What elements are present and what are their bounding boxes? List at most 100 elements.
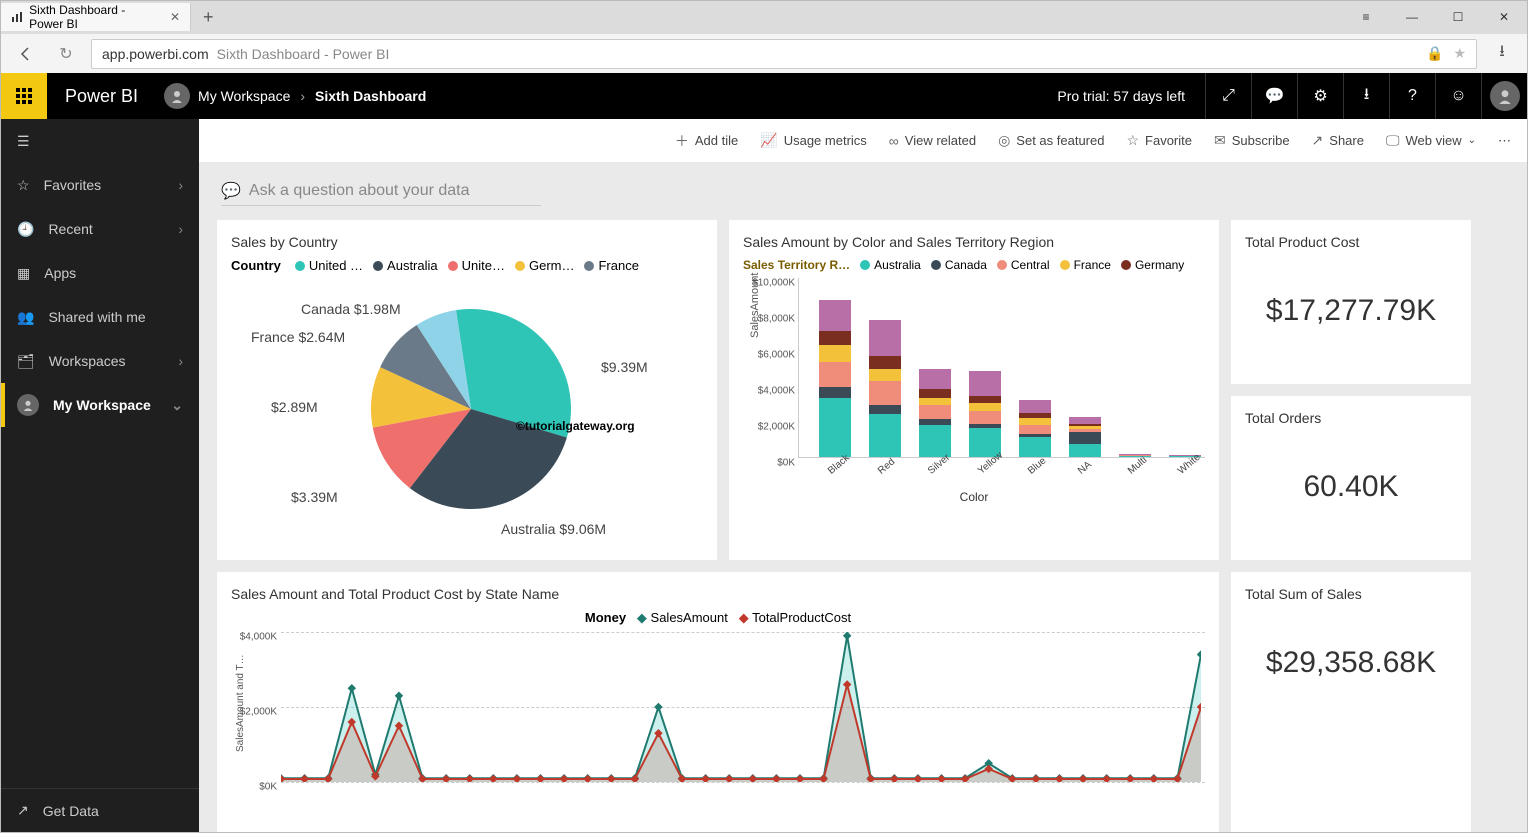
tool-label: Web view — [1405, 133, 1461, 148]
download-pbi-icon[interactable]: ⭳ — [1343, 73, 1389, 119]
qna-placeholder: Ask a question about your data — [249, 182, 470, 200]
address-bar: ↻ app.powerbi.com Sixth Dashboard - Powe… — [1, 33, 1527, 73]
workspace-icon: 🗂 — [17, 353, 35, 370]
tile-kpi-total-orders[interactable]: Total Orders 60.40K — [1231, 396, 1471, 560]
kpi-value: $17,277.79K — [1245, 294, 1457, 328]
tile-title: Total Product Cost — [1245, 234, 1457, 250]
user-avatar-icon[interactable] — [1481, 73, 1527, 119]
tool-label: Add tile — [695, 133, 738, 148]
y-tick: $4,000K — [240, 632, 281, 643]
dashboard-canvas: 💬 Ask a question about your data Sales b… — [199, 163, 1527, 832]
clock-icon: 🕘 — [17, 221, 34, 238]
gear-icon[interactable]: ⚙ — [1297, 73, 1343, 119]
tile-sales-by-country[interactable]: Sales by Country Country United … Austra… — [217, 220, 717, 560]
close-icon[interactable]: ✕ — [170, 10, 180, 24]
x-tick: NA — [1076, 459, 1094, 476]
sidebar-item-favorites[interactable]: ☆ Favorites › — [1, 163, 199, 207]
tile-kpi-total-product-cost[interactable]: Total Product Cost $17,277.79K — [1231, 220, 1471, 384]
chat-icon[interactable]: 💬 — [1251, 73, 1297, 119]
url-path: Sixth Dashboard - Power BI — [217, 46, 390, 62]
tile-title: Total Orders — [1245, 410, 1457, 426]
share-button[interactable]: ↗ Share — [1312, 132, 1364, 149]
sidebar-label: Recent — [48, 221, 92, 237]
monitor-icon: 🖵 — [1386, 132, 1400, 149]
tile-title: Sales Amount by Color and Sales Territor… — [743, 234, 1205, 250]
legend-item: United … — [309, 258, 363, 273]
sidebar: ☰ ☆ Favorites › 🕘 Recent › ▦ Apps 👥 Shar… — [1, 119, 199, 832]
watermark-label: ©tutorialgateway.org — [516, 419, 635, 433]
more-button[interactable]: ⋯ — [1498, 133, 1511, 149]
pie-slice-label: $3.39M — [291, 489, 338, 505]
user-avatar-small-icon[interactable] — [164, 83, 190, 109]
back-icon[interactable] — [11, 39, 41, 69]
related-icon: ∞ — [889, 133, 899, 149]
web-view-button[interactable]: 🖵Web view⌄ — [1386, 132, 1476, 149]
chevron-right-icon: › — [178, 177, 183, 193]
app-launcher-icon[interactable] — [1, 73, 47, 119]
y-tick: $2,000K — [758, 422, 799, 433]
chevron-down-icon: ⌄ — [171, 397, 183, 414]
smile-icon[interactable]: ☺ — [1435, 73, 1481, 119]
brand-label: Power BI — [47, 86, 156, 107]
hamburger-icon[interactable]: ☰ — [1, 119, 199, 163]
refresh-icon[interactable]: ↻ — [51, 39, 81, 69]
star-icon: ☆ — [1126, 132, 1139, 149]
view-related-button[interactable]: ∞View related — [889, 133, 976, 149]
y-tick: $4,000K — [758, 386, 799, 397]
sidebar-item-workspaces[interactable]: 🗂 Workspaces › — [1, 339, 199, 383]
qna-input[interactable]: 💬 Ask a question about your data — [221, 181, 541, 206]
pie-slice-label: $9.39M — [601, 359, 648, 375]
legend-title: Country — [231, 258, 281, 273]
dashboard-toolbar: ＋Add tile 📈Usage metrics ∞View related ◎… — [199, 119, 1527, 163]
maximize-icon[interactable]: ☐ — [1435, 1, 1481, 33]
powerbi-header: Power BI My Workspace › Sixth Dashboard … — [1, 73, 1527, 119]
share-icon: ↗ — [1312, 132, 1324, 149]
legend-item: SalesAmount — [651, 610, 728, 625]
tile-kpi-total-sales[interactable]: Total Sum of Sales $29,358.68K — [1231, 572, 1471, 832]
tile-sales-by-color[interactable]: Sales Amount by Color and Sales Territor… — [729, 220, 1219, 560]
browser-menu-icon[interactable]: ≡ — [1343, 1, 1389, 33]
favorite-button[interactable]: ☆Favorite — [1126, 132, 1192, 149]
pie-slice-label: $2.89M — [271, 399, 318, 415]
sidebar-label: Workspaces — [49, 353, 126, 369]
sidebar-item-shared[interactable]: 👥 Shared with me — [1, 295, 199, 339]
x-tick: Blue — [1026, 455, 1048, 476]
legend-item: France — [598, 258, 638, 273]
url-input[interactable]: app.powerbi.com Sixth Dashboard - Power … — [91, 39, 1477, 69]
sidebar-item-apps[interactable]: ▦ Apps — [1, 251, 199, 295]
chevron-right-icon: › — [178, 353, 183, 369]
download-icon[interactable]: ⭳ — [1487, 39, 1517, 69]
sidebar-label: Get Data — [43, 803, 99, 819]
sidebar-item-my-workspace[interactable]: My Workspace ⌄ — [1, 383, 199, 427]
set-featured-button[interactable]: ◎Set as featured — [998, 132, 1104, 149]
mail-icon: ✉ — [1214, 132, 1226, 149]
minimize-icon[interactable]: — — [1389, 1, 1435, 33]
bar-legend: Sales Territory R… Australia Canada Cent… — [743, 258, 1205, 272]
tile-sales-cost-by-state[interactable]: Sales Amount and Total Product Cost by S… — [217, 572, 1219, 832]
fullscreen-icon[interactable]: ⤢ — [1205, 73, 1251, 119]
new-tab-button[interactable]: + — [191, 7, 226, 28]
subscribe-button[interactable]: ✉Subscribe — [1214, 132, 1290, 149]
star-outline-icon: ☆ — [17, 177, 30, 194]
sidebar-item-get-data[interactable]: ↗ Get Data — [1, 788, 199, 832]
legend-item: France — [1074, 258, 1111, 272]
breadcrumb-workspace[interactable]: My Workspace — [198, 88, 290, 104]
browser-tab[interactable]: Sixth Dashboard - Power BI ✕ — [1, 3, 191, 31]
legend-item: Germany — [1135, 258, 1184, 272]
usage-metrics-button[interactable]: 📈Usage metrics — [760, 132, 867, 149]
add-tile-button[interactable]: ＋Add tile — [675, 131, 738, 151]
tile-title: Total Sum of Sales — [1245, 586, 1457, 602]
legend-item: TotalProductCost — [752, 610, 851, 625]
line-legend: Money ◆ SalesAmount ◆ TotalProductCost — [231, 610, 1205, 626]
lock-icon: 🔒 — [1426, 45, 1443, 62]
y-axis-label: SalesAmount and T… — [235, 654, 246, 752]
tool-label: Share — [1329, 133, 1364, 148]
ellipsis-icon: ⋯ — [1498, 133, 1511, 149]
legend-item: Unite… — [462, 258, 505, 273]
star-icon[interactable]: ★ — [1453, 45, 1466, 62]
tile-title: Sales Amount and Total Product Cost by S… — [231, 586, 1205, 602]
breadcrumb-dashboard: Sixth Dashboard — [315, 88, 426, 104]
close-window-icon[interactable]: ✕ — [1481, 1, 1527, 33]
help-icon[interactable]: ? — [1389, 73, 1435, 119]
sidebar-item-recent[interactable]: 🕘 Recent › — [1, 207, 199, 251]
